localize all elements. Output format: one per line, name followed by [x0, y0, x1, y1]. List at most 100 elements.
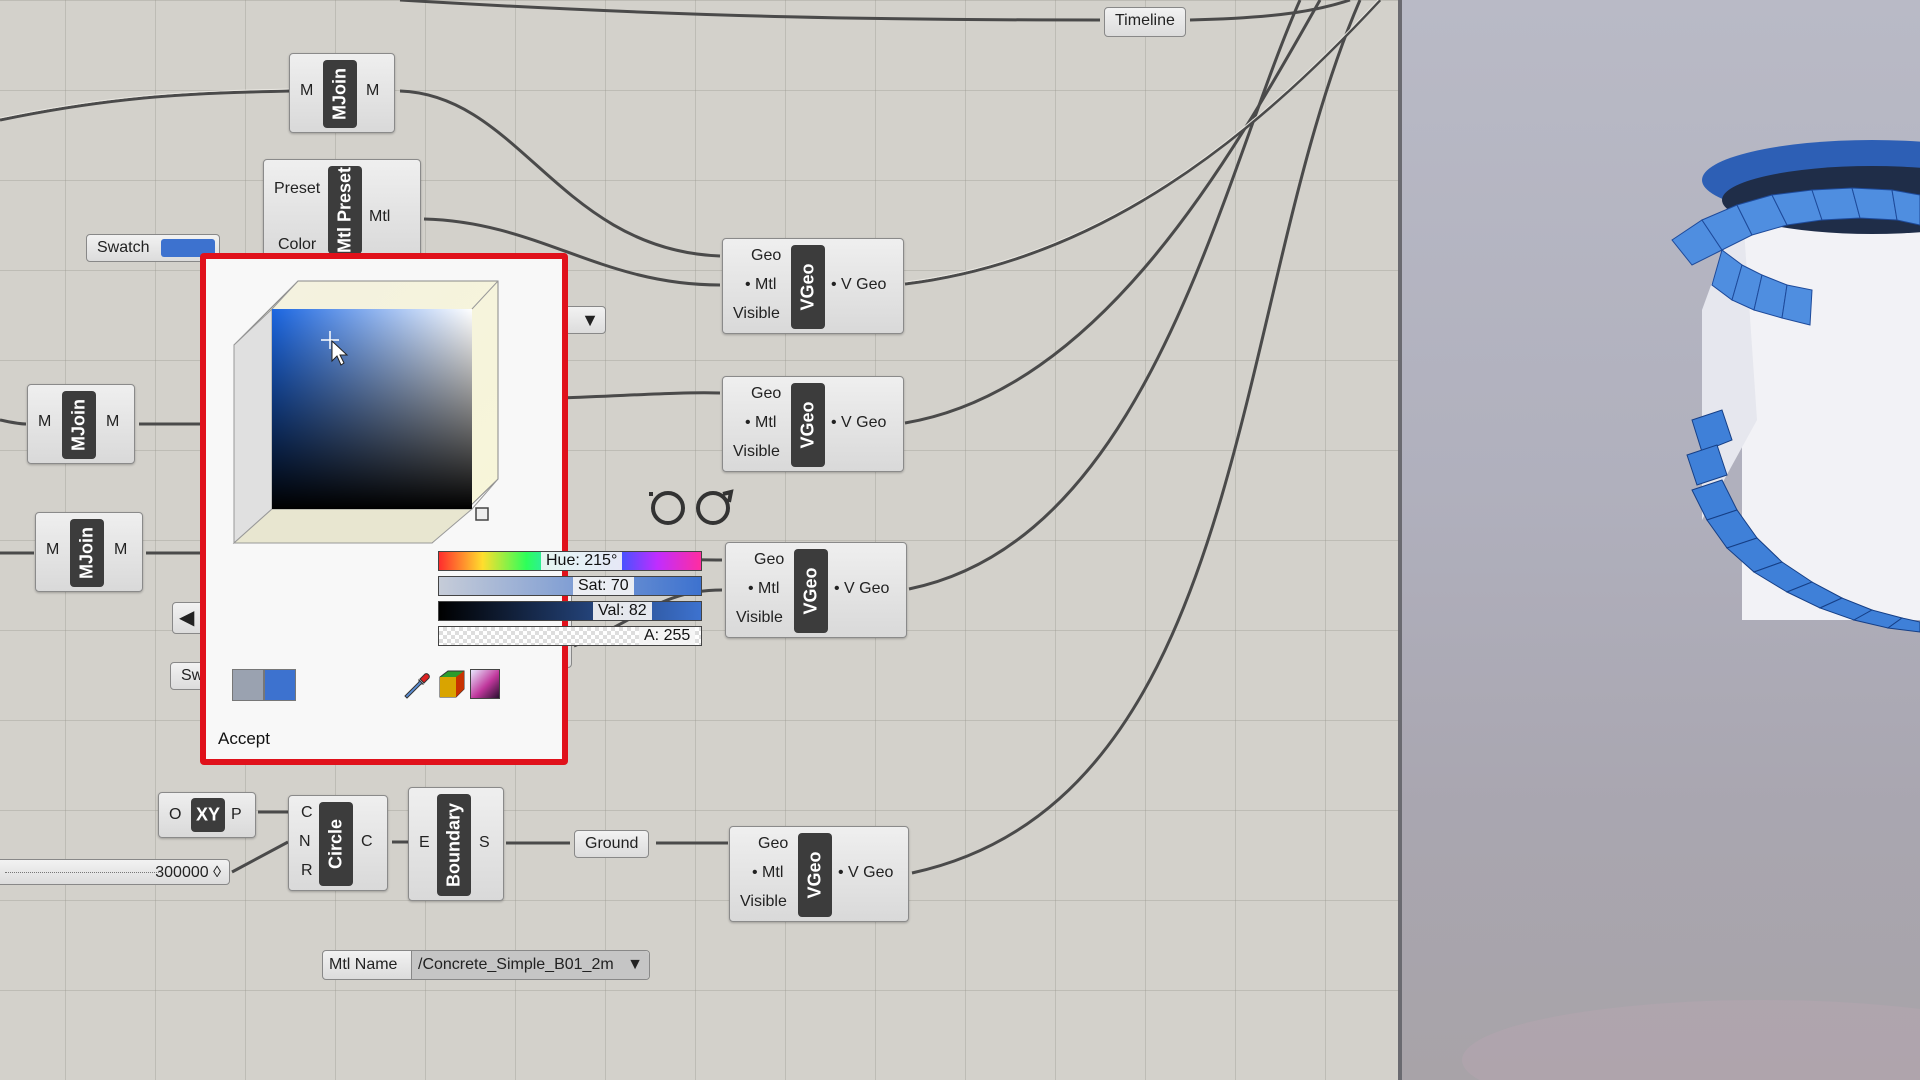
component-name: MJoin [68, 399, 89, 451]
view-glasses-icon[interactable] [643, 486, 735, 526]
number-slider[interactable]: 300000 ◊ [0, 859, 230, 885]
input-port-geo: Geo [751, 385, 782, 402]
component-core: Mtl Preset [328, 166, 362, 254]
output-port-vgeo: • V Geo [838, 864, 894, 881]
ground-label: Ground [585, 835, 639, 852]
mjoin-component[interactable]: M MJoin M [289, 53, 395, 133]
component-name: VGeo [804, 851, 825, 899]
accept-button[interactable]: Accept [218, 729, 270, 749]
component-core: Circle [319, 802, 353, 886]
component-name: Circle [325, 818, 346, 870]
vgeo-component[interactable]: Geo • Mtl Visible VGeo • V Geo [722, 376, 904, 472]
output-port-m: M [106, 413, 120, 430]
component-core: VGeo [798, 833, 832, 917]
gradient-swatch-icon[interactable] [470, 669, 500, 699]
output-port-m: M [114, 541, 128, 558]
input-port-n: N [299, 833, 311, 850]
xy-plane-component[interactable]: O XY P [158, 792, 256, 838]
component-name: Mtl Preset [334, 166, 355, 254]
input-port-m: M [46, 541, 60, 558]
color-cube[interactable] [232, 279, 500, 545]
saturation-slider[interactable]: Sat: 70 [438, 576, 702, 596]
hue-slider[interactable]: Hue: 215° [438, 551, 702, 571]
input-port-mtl: • Mtl [745, 414, 777, 431]
rhino-viewport[interactable] [1402, 0, 1920, 1080]
component-core: MJoin [70, 519, 104, 587]
component-name: VGeo [800, 567, 821, 615]
alpha-label: A: 255 [639, 627, 696, 645]
output-port-mtl: Mtl [369, 208, 391, 225]
component-core: XY [191, 798, 225, 832]
input-port-preset: Preset [274, 180, 321, 197]
input-port-geo: Geo [758, 835, 789, 852]
slider-track[interactable] [5, 872, 159, 873]
value-label: Val: 82 [593, 602, 652, 620]
wire [1189, 0, 1351, 22]
wire [904, 0, 1382, 286]
output-port-vgeo: • V Geo [831, 276, 887, 293]
input-port-m: M [38, 413, 52, 430]
input-port-visible: Visible [733, 443, 780, 460]
output-port-vgeo: • V Geo [834, 580, 890, 597]
vgeo-component[interactable]: Geo • Mtl Visible VGeo • V Geo [725, 542, 907, 638]
output-port-m: M [366, 82, 380, 99]
grasshopper-canvas[interactable]: Timeline M MJoin M Preset Color Mtl Pres… [0, 0, 1400, 1080]
color-cube-icon[interactable] [436, 669, 466, 699]
input-port-o: O [169, 806, 182, 823]
input-port-geo: Geo [751, 247, 782, 264]
input-port-m: M [300, 82, 314, 99]
wire [0, 418, 27, 426]
3d-model-preview [1462, 140, 1920, 1080]
output-port-s: S [479, 834, 490, 851]
input-port-geo: Geo [754, 551, 785, 568]
output-port-c: C [361, 833, 373, 850]
vgeo-component[interactable]: Geo • Mtl Visible VGeo • V Geo [722, 238, 904, 334]
eyedropper-icon[interactable] [402, 669, 432, 699]
vgeo-component[interactable]: Geo • Mtl Visible VGeo • V Geo [729, 826, 909, 922]
input-port-visible: Visible [736, 609, 783, 626]
circle-component[interactable]: C N R Circle C [288, 795, 388, 891]
alpha-slider[interactable]: A: 255 [438, 626, 702, 646]
left-arrow-icon[interactable]: ◀ [179, 605, 194, 631]
wire [231, 840, 289, 874]
input-port-visible: Visible [740, 893, 787, 910]
mtl-name-field[interactable]: /Concrete_Simple_B01_2m ▼ [411, 951, 649, 979]
dropdown-arrow-icon[interactable]: ▼ [627, 952, 643, 978]
ground-panel[interactable]: Ground [574, 830, 650, 858]
output-port-p: P [231, 806, 242, 823]
mjoin-component[interactable]: M MJoin M [35, 512, 143, 592]
input-port-mtl: • Mtl [745, 276, 777, 293]
mtl-name-value: /Concrete_Simple_B01_2m [418, 956, 614, 973]
component-core: MJoin [323, 60, 357, 128]
previous-color-swatch[interactable] [232, 669, 264, 701]
component-name: VGeo [797, 263, 818, 311]
input-port-mtl: • Mtl [752, 864, 784, 881]
wire [908, 0, 1302, 591]
hue-label: Hue: 215° [541, 552, 623, 570]
swatch-label: Swatch [97, 239, 150, 256]
wire [399, 89, 721, 258]
input-port-e: E [419, 834, 430, 851]
slider-value: 300000 ◊ [155, 864, 221, 881]
mtl-name-value-list[interactable]: Mtl Name /Concrete_Simple_B01_2m ▼ [322, 950, 650, 980]
wire [0, 89, 291, 122]
wire [911, 0, 1362, 875]
mtl-name-label: Mtl Name [329, 956, 398, 973]
wire [559, 391, 721, 400]
component-name: MJoin [76, 527, 97, 579]
component-name: VGeo [797, 401, 818, 449]
value-slider[interactable]: Val: 82 [438, 601, 702, 621]
current-color-swatch[interactable] [264, 669, 296, 701]
mtl-preset-component[interactable]: Preset Color Mtl Preset Mtl [263, 159, 421, 259]
timeline-panel[interactable]: Timeline [1104, 7, 1186, 37]
input-port-r: R [301, 862, 313, 879]
boundary-component[interactable]: E Boundary S [408, 787, 504, 901]
timeline-label: Timeline [1115, 12, 1175, 29]
component-core: MJoin [62, 391, 96, 459]
dropdown-arrow-icon[interactable]: ▼ [581, 307, 599, 333]
input-port-c: C [301, 804, 313, 821]
color-picker-popup[interactable]: Hue: 215° Sat: 70 Val: 82 A: 255 Accept [200, 253, 702, 765]
component-core: VGeo [791, 383, 825, 467]
mjoin-component[interactable]: M MJoin M [27, 384, 135, 464]
component-core: VGeo [794, 549, 828, 633]
